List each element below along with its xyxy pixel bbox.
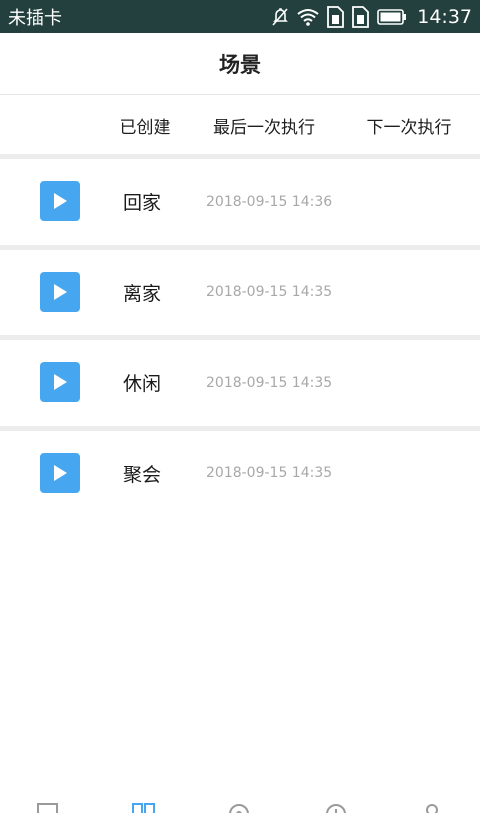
tab-last-executed[interactable]: 最后一次执行 [195, 96, 333, 154]
scene-list: 回家 2018-09-15 14:36 离家 2018-09-15 14:35 … [0, 154, 480, 516]
mute-icon [271, 7, 289, 27]
home-icon[interactable] [37, 801, 59, 813]
scene-row-party[interactable]: 聚会 2018-09-15 14:35 [0, 425, 480, 516]
history-icon[interactable] [324, 801, 348, 813]
sim1-icon [327, 5, 345, 28]
clock: 14:37 [417, 5, 472, 28]
scene-name: 回家 [123, 192, 162, 214]
scene-name: 聚会 [123, 463, 162, 486]
play-icon [54, 283, 67, 300]
play-button[interactable] [40, 452, 80, 493]
scene-row-leisure[interactable]: 休闲 2018-09-15 14:35 [0, 335, 480, 426]
page-title: 场景 [219, 52, 261, 77]
sim2-icon [352, 5, 370, 28]
tab-created[interactable]: 已创建 [100, 96, 190, 154]
scene-last-run: 2018-09-15 14:36 [206, 193, 333, 210]
play-icon [54, 464, 67, 481]
play-icon [54, 193, 67, 209]
scene-row-away[interactable]: 离家 2018-09-15 14:35 [0, 244, 480, 335]
play-button[interactable] [40, 362, 80, 402]
play-icon [54, 374, 67, 390]
center-icon[interactable] [228, 801, 250, 813]
play-button[interactable] [40, 271, 80, 312]
bottom-nav [0, 795, 480, 813]
title-bar: 场景 [0, 33, 480, 95]
status-icons: 14:37 [271, 6, 472, 28]
scene-name: 休闲 [123, 373, 162, 395]
scenes-icon[interactable] [132, 801, 156, 813]
battery-icon [377, 8, 407, 25]
scene-last-run: 2018-09-15 14:35 [206, 284, 333, 300]
scene-last-run: 2018-09-15 14:35 [206, 374, 333, 391]
wifi-icon [297, 8, 319, 26]
scene-tabs: 已创建 最后一次执行 下一次执行 [0, 96, 480, 154]
scene-name: 离家 [123, 282, 162, 305]
carrier-label: 未插卡 [8, 7, 62, 29]
tab-next-execution[interactable]: 下一次执行 [350, 96, 468, 154]
status-bar: 未插卡 14:37 [0, 0, 480, 33]
play-button[interactable] [40, 181, 80, 221]
profile-icon[interactable] [423, 801, 441, 813]
scene-last-run: 2018-09-15 14:35 [206, 465, 333, 481]
scene-row-home[interactable]: 回家 2018-09-15 14:36 [0, 154, 480, 245]
